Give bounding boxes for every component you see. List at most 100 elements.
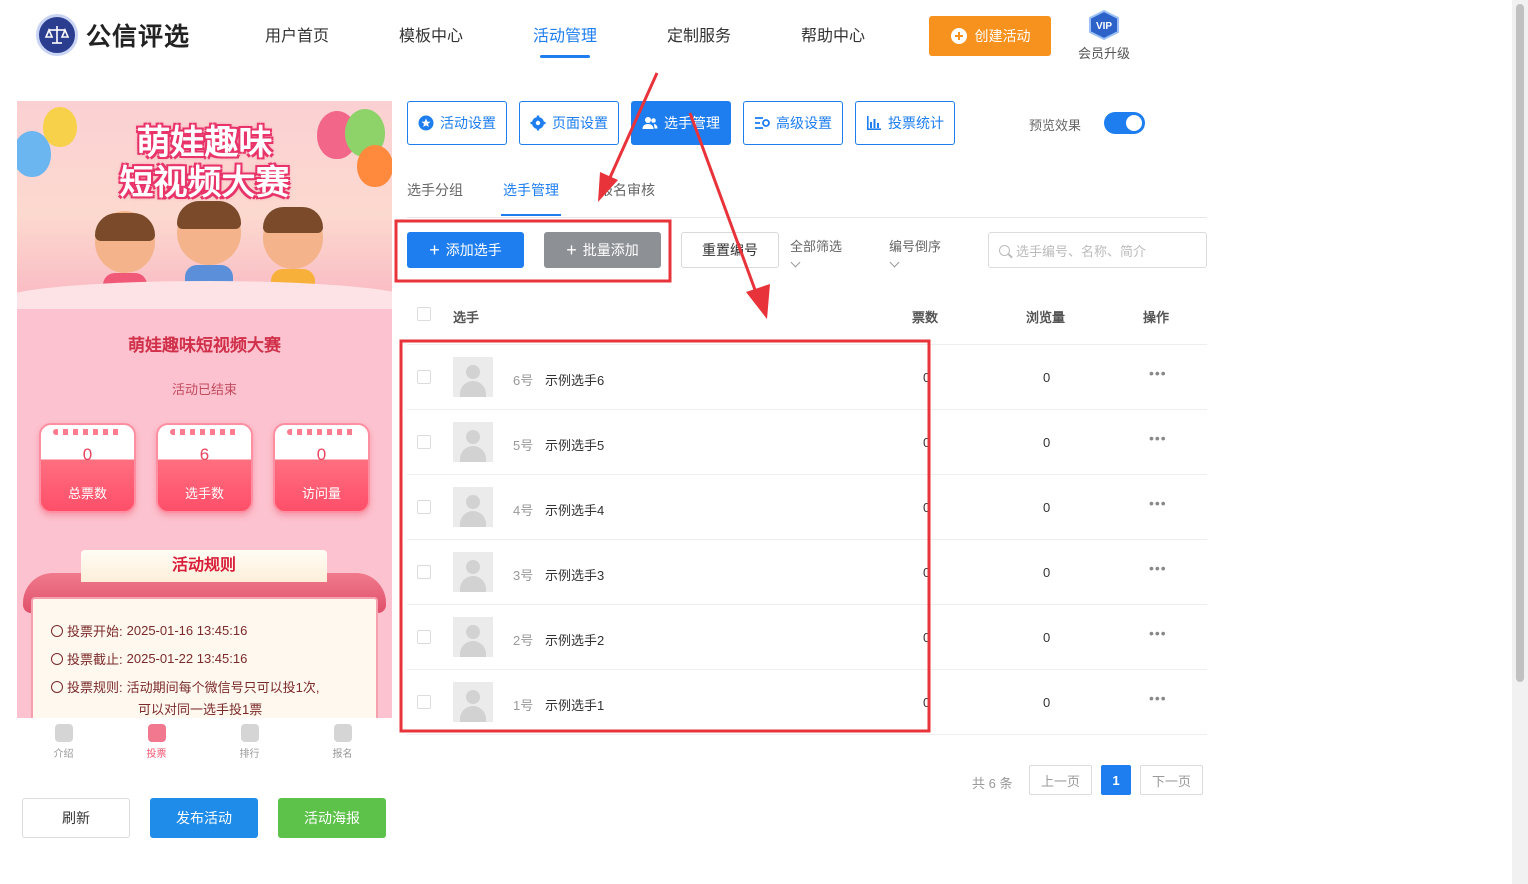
- activity-settings-button[interactable]: 活动设置: [407, 101, 507, 145]
- row-checkbox[interactable]: [417, 435, 431, 449]
- player-table: 选手 票数 浏览量 操作 6号 示例选手6 0 0 ••• 5号 示例选手5 0 0 ••• 4号示…: [407, 283, 1207, 735]
- col-votes: 票数: [912, 310, 939, 325]
- table-row[interactable]: 4号 示例选手4 0 0 •••: [407, 475, 1207, 540]
- sort-dropdown[interactable]: 编号倒序: [889, 236, 941, 268]
- refresh-button[interactable]: 刷新: [22, 798, 130, 838]
- tab-label: 介绍: [53, 749, 74, 760]
- player-votes: 0: [923, 695, 931, 710]
- subtab-player-management[interactable]: 选手管理: [501, 180, 561, 216]
- stat-label: 选手数: [184, 486, 224, 501]
- mobile-preview[interactable]: 萌娃趣味 短视频大赛 萌娃趣味短视频大赛 活动已结束 0 总票数 6 选手数 0…: [17, 101, 392, 718]
- more-actions-icon[interactable]: •••: [1149, 690, 1167, 706]
- row-checkbox[interactable]: [417, 565, 431, 579]
- rule-label: 投票截止:: [67, 652, 123, 667]
- batch-add-button[interactable]: + 批量添加: [544, 232, 661, 268]
- mobile-tab-bar: 介绍 投票 排行 报名: [17, 718, 392, 768]
- more-actions-icon[interactable]: •••: [1149, 430, 1167, 446]
- nav-user-home[interactable]: 用户首页: [230, 0, 364, 76]
- tab-label: 排行: [239, 749, 260, 760]
- col-views: 浏览量: [1026, 310, 1066, 325]
- player-number: 5号: [513, 438, 534, 453]
- row-checkbox[interactable]: [417, 370, 431, 384]
- table-row[interactable]: 6号 示例选手6 0 0 •••: [407, 345, 1207, 410]
- nav-help-center[interactable]: 帮助中心: [766, 0, 900, 76]
- player-name[interactable]: 示例选手6: [545, 370, 604, 389]
- prev-page-button[interactable]: 上一页: [1029, 765, 1092, 795]
- users-icon: [642, 117, 658, 129]
- nav-custom-service[interactable]: 定制服务: [632, 0, 766, 76]
- more-actions-icon[interactable]: •••: [1149, 560, 1167, 576]
- clock-icon: [51, 652, 63, 665]
- player-avatar: [453, 552, 493, 592]
- nav-activity-management[interactable]: 活动管理: [498, 0, 632, 76]
- publish-activity-button[interactable]: 发布活动: [150, 798, 258, 838]
- subtab-player-groups[interactable]: 选手分组: [407, 180, 463, 200]
- row-checkbox[interactable]: [417, 630, 431, 644]
- advanced-settings-button[interactable]: 高级设置: [743, 101, 843, 145]
- more-actions-icon[interactable]: •••: [1149, 495, 1167, 511]
- rule-vote-policy: 投票规则: 活动期间每个微信号只可以投1次,: [51, 677, 319, 696]
- player-name[interactable]: 示例选手5: [545, 435, 604, 454]
- filter-dropdown[interactable]: 全部筛选: [790, 236, 842, 268]
- stat-visits: 0 访问量: [273, 423, 370, 513]
- table-row[interactable]: 1号 示例选手1 0 0 •••: [407, 670, 1207, 735]
- rule-label: 投票规则:: [67, 680, 123, 695]
- mobile-tab-vote[interactable]: 投票: [110, 718, 203, 768]
- page-1-button[interactable]: 1: [1101, 765, 1131, 795]
- kid-hair-3: [263, 207, 323, 233]
- select-all-checkbox[interactable]: [417, 307, 431, 321]
- player-votes: 0: [923, 500, 931, 515]
- activity-name: 萌娃趣味短视频大赛: [128, 336, 281, 355]
- button-label: 添加选手: [445, 242, 502, 258]
- next-page-button[interactable]: 下一页: [1140, 765, 1203, 795]
- mobile-tab-signup[interactable]: 报名: [296, 718, 389, 768]
- mobile-tab-ranking[interactable]: 排行: [203, 718, 296, 768]
- player-search-input[interactable]: 选手编号、名称、简介: [988, 232, 1207, 268]
- player-management-button[interactable]: 选手管理: [631, 101, 731, 145]
- player-avatar: [453, 422, 493, 462]
- vip-upgrade[interactable]: VIP 会员升级: [1072, 9, 1136, 62]
- stat-value: 0: [82, 445, 93, 464]
- main-nav: 用户首页 模板中心 活动管理 定制服务 帮助中心: [230, 0, 900, 76]
- banner-title-line1: 萌娃趣味: [136, 124, 273, 162]
- plus-icon: +: [566, 240, 577, 260]
- player-name[interactable]: 示例选手3: [545, 565, 604, 584]
- create-activity-button[interactable]: 创建活动: [929, 16, 1051, 56]
- row-checkbox[interactable]: [417, 695, 431, 709]
- page-scrollbar[interactable]: [1512, 0, 1528, 884]
- player-avatar: [453, 617, 493, 657]
- player-views: 0: [1043, 630, 1051, 645]
- scrollbar-thumb[interactable]: [1516, 4, 1524, 682]
- vote-statistics-button[interactable]: 投票统计: [855, 101, 955, 145]
- table-row[interactable]: 2号 示例选手2 0 0 •••: [407, 605, 1207, 670]
- page-settings-button[interactable]: 页面设置: [519, 101, 619, 145]
- activity-poster-button[interactable]: 活动海报: [278, 798, 386, 838]
- player-number: 4号: [513, 503, 534, 518]
- player-avatar: [453, 682, 493, 722]
- player-name[interactable]: 示例选手1: [545, 695, 604, 714]
- info-icon: [51, 680, 63, 693]
- player-votes: 0: [923, 435, 931, 450]
- vip-label: 会员升级: [1077, 46, 1130, 61]
- row-checkbox[interactable]: [417, 500, 431, 514]
- subtab-signup-review[interactable]: 报名审核: [599, 180, 655, 200]
- table-row[interactable]: 3号 示例选手3 0 0 •••: [407, 540, 1207, 605]
- reset-number-button[interactable]: 重置编号: [681, 232, 779, 268]
- brand-logo[interactable]: 公信评选: [36, 14, 190, 56]
- more-actions-icon[interactable]: •••: [1149, 625, 1167, 641]
- player-name[interactable]: 示例选手2: [545, 630, 604, 649]
- preview-actions: 刷新 发布活动 活动海报: [22, 798, 386, 838]
- player-name[interactable]: 示例选手4: [545, 500, 604, 519]
- add-player-button[interactable]: + 添加选手: [407, 232, 524, 268]
- player-views: 0: [1043, 370, 1051, 385]
- mobile-tab-intro[interactable]: 介绍: [17, 718, 110, 768]
- nav-template-center[interactable]: 模板中心: [364, 0, 498, 76]
- search-icon: [999, 244, 1010, 256]
- more-actions-icon[interactable]: •••: [1149, 365, 1167, 381]
- person-icon: [54, 724, 73, 742]
- balloon-yellow: [43, 107, 77, 147]
- button-label: 高级设置: [776, 115, 832, 131]
- rule-label: 投票开始:: [67, 624, 123, 639]
- table-row[interactable]: 5号 示例选手5 0 0 •••: [407, 410, 1207, 475]
- preview-effect-toggle[interactable]: [1104, 112, 1145, 134]
